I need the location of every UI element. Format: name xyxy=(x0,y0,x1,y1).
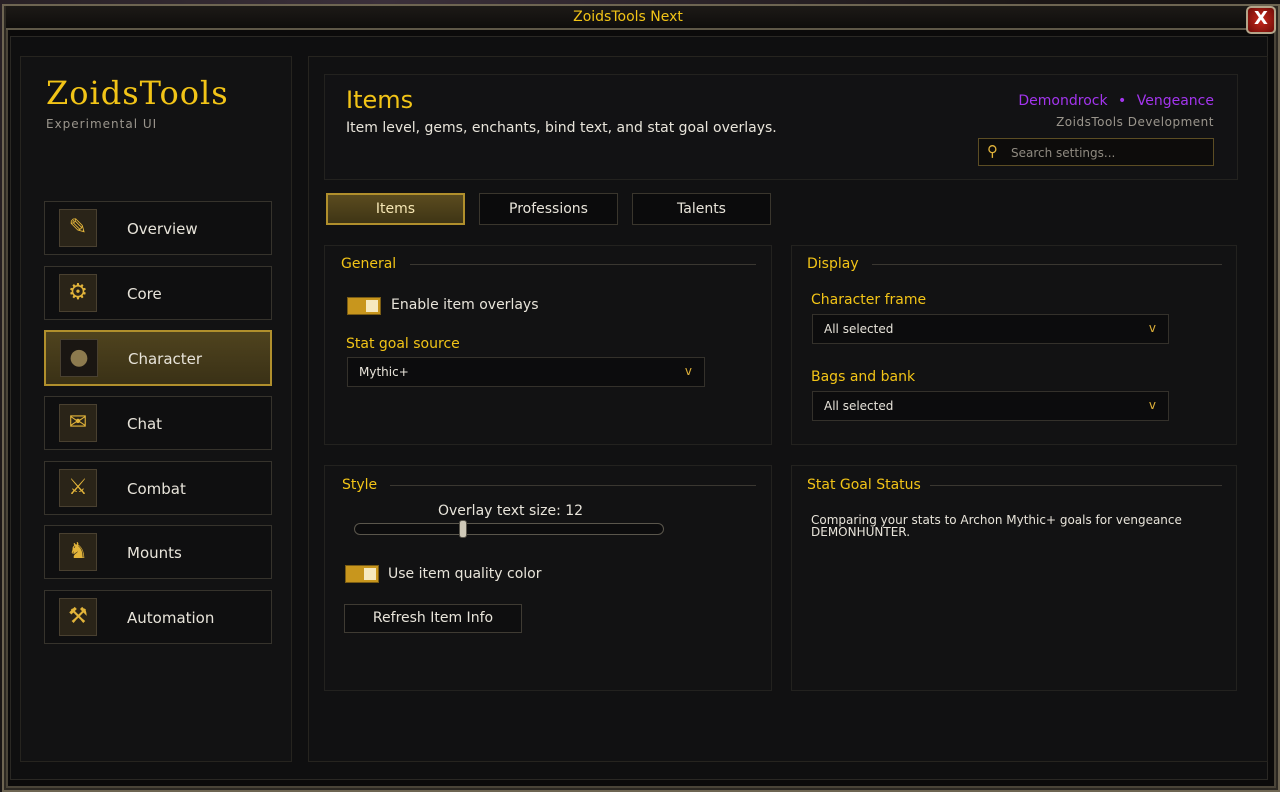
sidebar-item-chat[interactable]: ✉ Chat xyxy=(44,396,272,450)
general-section-title: General xyxy=(341,256,397,272)
gear-icon: ⚙ xyxy=(59,274,97,312)
stat-goal-source-label: Stat goal source xyxy=(346,336,460,352)
realm-label: ZoidsTools Development xyxy=(1056,115,1214,129)
crossed-swords-icon: ⚔ xyxy=(59,469,97,507)
enable-overlays-label: Enable item overlays xyxy=(391,297,539,313)
style-section-title: Style xyxy=(342,477,378,493)
map-icon: ⚒ xyxy=(59,598,97,636)
item-quality-color-label: Use item quality color xyxy=(388,566,542,582)
divider xyxy=(930,485,1222,486)
dropdown-value: All selected xyxy=(824,322,894,336)
overlay-text-size-slider[interactable] xyxy=(354,523,664,535)
scroll-icon: ✎ xyxy=(59,209,97,247)
sidebar-item-character[interactable]: ● Character xyxy=(44,330,272,386)
window-title: ZoidsTools Next xyxy=(6,6,1250,30)
stat-goal-status-text: Comparing your stats to Archon Mythic+ g… xyxy=(811,513,1182,539)
toggle-knob xyxy=(364,568,376,580)
letter-icon: ✉ xyxy=(59,404,97,442)
dropdown-value: All selected xyxy=(824,399,894,413)
bags-and-bank-label: Bags and bank xyxy=(811,369,916,385)
close-button[interactable]: X xyxy=(1246,6,1276,34)
character-frame-dropdown[interactable]: All selected v xyxy=(812,314,1169,344)
chevron-down-icon: v xyxy=(684,364,692,378)
tab-talents[interactable]: Talents xyxy=(632,193,771,225)
divider xyxy=(872,264,1222,265)
spec-name: Vengeance xyxy=(1136,93,1214,109)
divider xyxy=(390,485,756,486)
separator-dot: • xyxy=(1118,93,1127,109)
chevron-down-icon: v xyxy=(1148,321,1156,335)
sidebar-item-label: Chat xyxy=(127,415,163,433)
display-section-title: Display xyxy=(807,256,859,272)
stat-goal-source-dropdown[interactable]: Mythic+ v xyxy=(347,357,705,387)
tab-professions[interactable]: Professions xyxy=(479,193,618,225)
person-icon: ● xyxy=(60,339,98,377)
enable-overlays-toggle[interactable] xyxy=(347,297,381,315)
sidebar-item-mounts[interactable]: ♞ Mounts xyxy=(44,525,272,579)
page-description: Item level, gems, enchants, bind text, a… xyxy=(346,120,777,136)
search-input[interactable] xyxy=(1009,141,1209,165)
slider-thumb[interactable] xyxy=(459,520,467,538)
tab-items[interactable]: Items xyxy=(326,193,465,225)
sidebar-item-label: Mounts xyxy=(127,544,182,562)
sidebar-item-automation[interactable]: ⚒ Automation xyxy=(44,590,272,644)
dropdown-value: Mythic+ xyxy=(359,365,409,379)
app-subtitle: Experimental UI xyxy=(46,117,158,131)
stat-goal-status-title: Stat Goal Status xyxy=(807,477,921,493)
search-icon: ⚲ xyxy=(987,142,998,160)
sidebar-item-label: Core xyxy=(127,285,162,303)
sidebar-item-overview[interactable]: ✎ Overview xyxy=(44,201,272,255)
sidebar-item-core[interactable]: ⚙ Core xyxy=(44,266,272,320)
bags-and-bank-dropdown[interactable]: All selected v xyxy=(812,391,1169,421)
sidebar-item-combat[interactable]: ⚔ Combat xyxy=(44,461,272,515)
item-quality-color-toggle[interactable] xyxy=(345,565,379,583)
character-spec: Demondrock • Vengeance xyxy=(1018,93,1214,109)
search-box[interactable]: ⚲ xyxy=(978,138,1214,166)
sidebar-item-label: Combat xyxy=(127,480,186,498)
sidebar-item-label: Character xyxy=(128,350,203,368)
sidebar-item-label: Overview xyxy=(127,220,198,238)
horse-icon: ♞ xyxy=(59,533,97,571)
toggle-knob xyxy=(366,300,378,312)
divider xyxy=(410,264,756,265)
chevron-down-icon: v xyxy=(1148,398,1156,412)
character-name: Demondrock xyxy=(1018,93,1108,109)
refresh-item-info-button[interactable]: Refresh Item Info xyxy=(344,604,522,633)
app-logo: ZoidsTools xyxy=(46,74,229,112)
overlay-text-size-label: Overlay text size: 12 xyxy=(438,503,584,519)
sidebar-item-label: Automation xyxy=(127,609,215,627)
page-title: Items xyxy=(346,86,414,114)
character-frame-label: Character frame xyxy=(811,292,927,308)
stat-goal-status-panel xyxy=(791,465,1237,691)
